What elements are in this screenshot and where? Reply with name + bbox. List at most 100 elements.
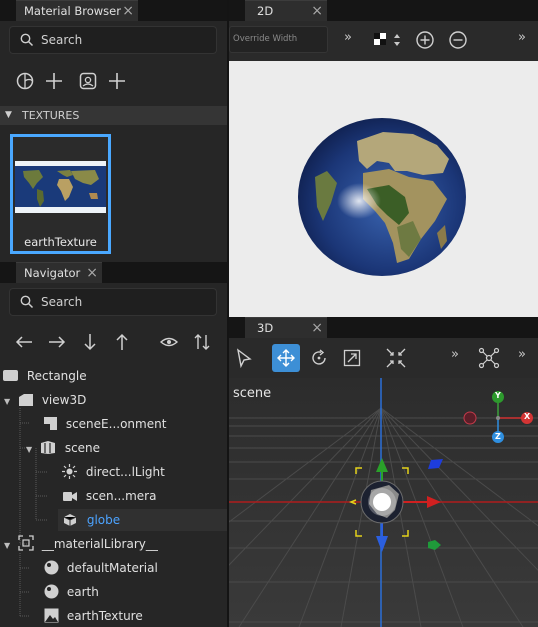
- toolbar-overflow-button[interactable]: »: [451, 347, 459, 362]
- close-icon[interactable]: ×: [122, 1, 134, 21]
- tree-item-label: Rectangle: [26, 369, 87, 383]
- scale-tool-icon[interactable]: [342, 348, 362, 368]
- tree-item-label: defaultMaterial: [66, 561, 158, 575]
- tab-2d-label: 2D: [257, 4, 274, 18]
- camera-orbit-icon[interactable]: [478, 347, 500, 369]
- tree-item-directional-light[interactable]: direct...lLight: [62, 461, 165, 483]
- earth-globe-render: [298, 118, 466, 276]
- tree-item-label: view3D: [41, 393, 87, 407]
- tree-item-material-library[interactable]: ▼ __materialLibrary__: [4, 533, 158, 555]
- visibility-eye-icon[interactable]: [157, 330, 181, 354]
- tab-2d[interactable]: 2D ×: [245, 0, 327, 21]
- tree-item-earth-material[interactable]: earth: [44, 581, 99, 603]
- search-icon: [20, 295, 34, 309]
- view2d-tabbar: 2D ×: [229, 0, 538, 21]
- updown-spinner-icon[interactable]: [393, 33, 401, 47]
- add-material-sphere-icon[interactable]: [13, 69, 37, 93]
- add-texture-icon[interactable]: [105, 69, 129, 93]
- close-icon[interactable]: ×: [311, 1, 323, 21]
- camera-icon: [63, 492, 77, 501]
- navigator-search-input[interactable]: Search: [9, 288, 217, 316]
- arrow-left-icon[interactable]: [12, 330, 36, 354]
- tree-item-scene[interactable]: ▼ scene: [26, 437, 100, 459]
- gizmo-z-label: Z: [495, 432, 501, 441]
- background-color-icon[interactable]: [374, 33, 388, 47]
- chevron-down-icon[interactable]: ▼: [4, 541, 10, 550]
- gizmo-x-label: X: [524, 412, 531, 421]
- chevron-down-icon: ▼: [5, 110, 12, 120]
- texture-tile-label: earthTexture: [24, 235, 97, 249]
- arrow-down-icon[interactable]: [78, 330, 102, 354]
- earth-texture-thumbnail: [15, 161, 106, 213]
- tree-item-label: direct...lLight: [85, 465, 165, 479]
- move-arrows-icon: [277, 349, 295, 367]
- texture-image-icon[interactable]: [76, 69, 100, 93]
- view2d-canvas[interactable]: [229, 61, 538, 317]
- tree-item-globe[interactable]: globe: [63, 509, 120, 531]
- tab-navigator[interactable]: Navigator ×: [16, 262, 102, 283]
- tab-material-browser-label: Material Browser: [24, 4, 121, 18]
- view3d-toolbar: » »: [229, 338, 538, 378]
- chevron-down-icon[interactable]: ▼: [4, 397, 10, 406]
- tree-item-rectangle[interactable]: Rectangle: [3, 365, 87, 387]
- view3d-icon: [18, 394, 33, 406]
- override-width-input[interactable]: Override Width: [229, 26, 328, 53]
- move-tool-button[interactable]: [272, 344, 300, 372]
- tree-item-scene-environment[interactable]: sceneE...onment: [43, 413, 166, 435]
- view2d-toolbar: Override Width » »: [229, 21, 538, 61]
- zoom-in-icon[interactable]: [415, 30, 435, 50]
- navigator-tabbar: Navigator ×: [0, 262, 227, 283]
- material-search-placeholder: Search: [41, 33, 83, 47]
- view3d-tabbar: 3D ×: [229, 317, 538, 338]
- zoom-out-icon[interactable]: [448, 30, 468, 50]
- override-width-placeholder: Override Width: [233, 34, 298, 44]
- tree-item-label: globe: [86, 513, 121, 527]
- material-icon: [44, 584, 59, 599]
- model-icon: [63, 514, 77, 526]
- add-material-icon[interactable]: [42, 69, 66, 93]
- search-icon: [20, 33, 34, 47]
- move-gizmo[interactable]: [349, 452, 449, 562]
- textures-section-title: TEXTURES: [22, 109, 80, 122]
- tree-item-earth-texture[interactable]: earthTexture: [44, 605, 143, 627]
- close-icon[interactable]: ×: [86, 263, 98, 283]
- material-browser-tabbar: Material Browser ×: [0, 0, 227, 21]
- tree-item-label: __materialLibrary__: [41, 537, 158, 551]
- tab-3d[interactable]: 3D ×: [245, 317, 327, 338]
- fit-selection-icon[interactable]: [385, 347, 407, 369]
- chevron-down-icon[interactable]: ▼: [26, 445, 32, 454]
- tree-item-default-material[interactable]: defaultMaterial: [44, 557, 158, 579]
- tree-item-label: scene: [64, 441, 101, 455]
- tree-item-label: scen...mera: [85, 489, 157, 503]
- material-library-icon: [18, 535, 34, 551]
- arrow-up-icon[interactable]: [110, 330, 134, 354]
- select-tool-icon[interactable]: [234, 348, 254, 368]
- tree-item-scene-camera[interactable]: scen...mera: [62, 485, 156, 507]
- view3d-canvas[interactable]: scene Y X Z: [229, 378, 538, 627]
- toolbar-overflow-button[interactable]: »: [344, 30, 352, 45]
- close-icon[interactable]: ×: [311, 318, 323, 338]
- tab-navigator-label: Navigator: [24, 266, 81, 280]
- tree-item-view3d[interactable]: ▼ view3D: [4, 389, 86, 411]
- gizmo-y-label: Y: [495, 391, 501, 400]
- tab-material-browser[interactable]: Material Browser ×: [16, 0, 138, 21]
- material-icon: [44, 560, 59, 575]
- navigator-search-placeholder: Search: [41, 295, 83, 309]
- light-icon: [62, 464, 77, 479]
- scene-environment-icon: [44, 417, 57, 430]
- navigator-panel: Search Rectangle ▼ view3D sceneE...onmen…: [0, 283, 227, 627]
- rotate-tool-icon[interactable]: [309, 348, 329, 368]
- texture-tile-earth[interactable]: earthTexture: [10, 134, 111, 254]
- material-browser-panel: Search ▼ TEXTURES earthTexture: [0, 21, 227, 263]
- texture-icon: [44, 608, 59, 623]
- material-search-input[interactable]: Search: [9, 26, 217, 54]
- tree-item-label: earthTexture: [66, 609, 143, 623]
- scene-label: scene: [233, 386, 272, 401]
- sort-icon[interactable]: [190, 330, 214, 354]
- toolbar-overflow-right-button[interactable]: »: [518, 347, 526, 362]
- textures-section-header[interactable]: ▼ TEXTURES: [0, 106, 227, 125]
- arrow-right-icon[interactable]: [45, 330, 69, 354]
- toolbar-overflow-right-button[interactable]: »: [518, 30, 526, 45]
- tab-3d-label: 3D: [257, 321, 274, 335]
- scene-icon: [40, 441, 55, 454]
